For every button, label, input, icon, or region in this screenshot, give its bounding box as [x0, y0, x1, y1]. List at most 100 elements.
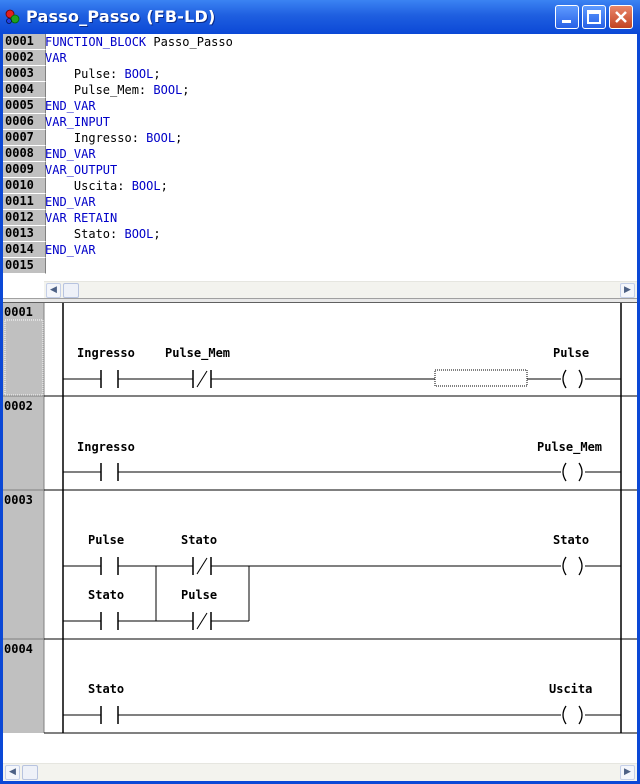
code-line[interactable]: 0012 VAR RETAIN: [3, 210, 637, 226]
scroll-thumb[interactable]: [63, 283, 79, 298]
scroll-right-icon[interactable]: ▶: [620, 765, 635, 780]
network-3-rung: [63, 556, 621, 630]
code-line[interactable]: 0005 END_VAR: [3, 98, 637, 114]
code-text[interactable]: END_VAR: [45, 146, 96, 162]
ladder-editor[interactable]: 0001 0002 0003 0004 Ingresso Pulse_Mem P…: [3, 303, 637, 763]
network-number[interactable]: 0003: [4, 493, 33, 507]
contact-label[interactable]: Pulse_Mem: [165, 346, 230, 360]
keyword: VAR_INPUT: [45, 115, 111, 129]
contact-label[interactable]: Stato: [181, 533, 217, 547]
code-text[interactable]: Ingresso: BOOL;: [45, 130, 182, 146]
type-keyword: BOOL: [131, 179, 161, 193]
network-number[interactable]: 0002: [4, 399, 33, 413]
code-text[interactable]: Pulse: BOOL;: [45, 66, 161, 82]
scroll-left-icon[interactable]: ◀: [5, 765, 20, 780]
code-line[interactable]: 0013 Stato: BOOL;: [3, 226, 637, 242]
variable-name: Pulse_Mem:: [73, 83, 154, 97]
code-text[interactable]: Uscita: BOOL;: [45, 178, 168, 194]
line-number: 0013: [3, 226, 46, 242]
keyword: END_VAR: [45, 99, 96, 113]
window-title: Passo_Passo (FB-LD): [26, 7, 216, 26]
line-number: 0009: [3, 162, 46, 178]
code-text[interactable]: FUNCTION_BLOCK Passo_Passo: [45, 34, 233, 50]
codesys-pou-icon: [5, 9, 20, 24]
semicolon: ;: [175, 131, 183, 145]
code-text[interactable]: VAR: [45, 50, 67, 66]
type-keyword: BOOL: [146, 131, 176, 145]
keyword: END_VAR: [45, 243, 96, 257]
keyword: END_VAR: [45, 147, 96, 161]
code-text[interactable]: VAR_OUTPUT: [45, 162, 117, 178]
code-text[interactable]: Pulse_Mem: BOOL;: [45, 82, 190, 98]
declaration-hscrollbar[interactable]: ◀ ▶: [44, 281, 637, 299]
keyword: VAR RETAIN: [45, 211, 118, 225]
contact-label[interactable]: Pulse: [181, 588, 217, 602]
code-line[interactable]: 0006 VAR_INPUT: [3, 114, 637, 130]
minimize-button[interactable]: [555, 5, 579, 29]
code-line[interactable]: 0004 Pulse_Mem: BOOL;: [3, 82, 637, 98]
line-number: 0003: [3, 66, 46, 82]
code-text[interactable]: Stato: BOOL;: [45, 226, 161, 242]
semicolon: ;: [160, 179, 168, 193]
scroll-left-icon[interactable]: ◀: [46, 283, 61, 298]
code-line[interactable]: 0014 END_VAR: [3, 242, 637, 258]
code-text[interactable]: END_VAR: [45, 242, 96, 258]
line-number: 0014: [3, 242, 46, 258]
coil-label[interactable]: Pulse: [553, 346, 589, 360]
scroll-right-icon[interactable]: ▶: [620, 283, 635, 298]
line-number: 0006: [3, 114, 46, 130]
code-line[interactable]: 0001 FUNCTION_BLOCK Passo_Passo: [3, 34, 637, 50]
type-keyword: BOOL: [153, 83, 183, 97]
close-icon: [615, 11, 627, 23]
coil-label[interactable]: Stato: [553, 533, 589, 547]
code-line[interactable]: 0007 Ingresso: BOOL;: [3, 130, 637, 146]
code-line[interactable]: 0009 VAR_OUTPUT: [3, 162, 637, 178]
contact-label[interactable]: Ingresso: [77, 346, 135, 360]
contact-label[interactable]: Stato: [88, 682, 124, 696]
code-line[interactable]: 0011 END_VAR: [3, 194, 637, 210]
code-line[interactable]: 0008 END_VAR: [3, 146, 637, 162]
scroll-thumb[interactable]: [22, 765, 38, 780]
network-number[interactable]: 0001: [4, 305, 33, 319]
code-line[interactable]: 0002 VAR: [3, 50, 637, 66]
line-number: 0015: [3, 258, 46, 274]
code-text[interactable]: VAR_INPUT: [45, 114, 110, 130]
declaration-editor[interactable]: 0001 FUNCTION_BLOCK Passo_Passo 0002 VAR 000…: [3, 34, 637, 280]
keyword: VAR_OUTPUT: [45, 163, 118, 177]
type-keyword: BOOL: [124, 67, 154, 81]
semicolon: ;: [182, 83, 190, 97]
maximize-button[interactable]: [582, 5, 606, 29]
maximize-icon: [587, 10, 601, 24]
line-number: 0005: [3, 98, 46, 114]
contact-label[interactable]: Ingresso: [77, 440, 135, 454]
line-number: 0010: [3, 178, 46, 194]
line-number: 0012: [3, 210, 46, 226]
code-text[interactable]: VAR RETAIN: [45, 210, 117, 226]
code-line[interactable]: 0003 Pulse: BOOL;: [3, 66, 637, 82]
ladder-hscrollbar[interactable]: ◀ ▶: [3, 763, 637, 781]
variable-name: Ingresso:: [73, 131, 147, 145]
variable-name: Stato:: [73, 227, 125, 241]
minimize-icon: [562, 20, 571, 23]
keyword: END_VAR: [45, 195, 96, 209]
code-text[interactable]: END_VAR: [45, 194, 96, 210]
contact-label[interactable]: Pulse: [88, 533, 124, 547]
code-line[interactable]: 0010 Uscita: BOOL;: [3, 178, 637, 194]
line-number: 0001: [3, 34, 46, 50]
identifier: Passo_Passo: [146, 35, 233, 49]
type-keyword: BOOL: [124, 227, 154, 241]
line-number: 0004: [3, 82, 46, 98]
code-text[interactable]: END_VAR: [45, 98, 96, 114]
close-button[interactable]: [609, 5, 633, 29]
contact-label[interactable]: Stato: [88, 588, 124, 602]
coil-label[interactable]: Uscita: [549, 682, 592, 696]
network-number[interactable]: 0004: [4, 642, 33, 656]
network-4-rung: [63, 705, 621, 725]
code-line[interactable]: 0015: [3, 258, 637, 274]
coil-label[interactable]: Pulse_Mem: [537, 440, 602, 454]
variable-name: Pulse:: [73, 67, 125, 81]
title-bar[interactable]: Passo_Passo (FB-LD): [0, 0, 640, 34]
